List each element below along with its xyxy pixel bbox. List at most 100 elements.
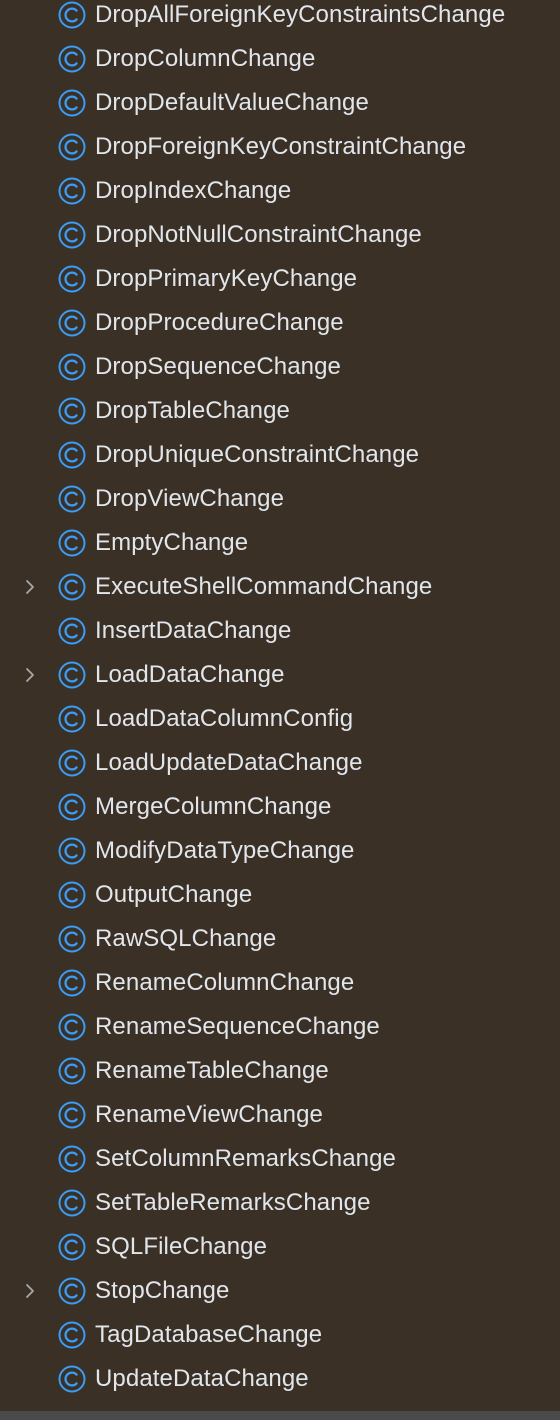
tree-row-label: DropProcedureChange [95,309,344,336]
tree-row-label: ExecuteShellCommandChange [95,573,433,600]
tree-row[interactable]: OutputChange [0,873,560,917]
class-c-icon [57,1320,87,1350]
class-c-icon [57,836,87,866]
tree-row-label: EmptyChange [95,529,249,556]
tree-row[interactable]: RenameTableChange [0,1049,560,1093]
tree-row[interactable]: DropTableChange [0,389,560,433]
tree-row[interactable]: TagDatabaseChange [0,1313,560,1357]
tree-row[interactable]: DropPrimaryKeyChange [0,257,560,301]
tree-row-label: DropAllForeignKeyConstraintsChange [95,1,506,28]
tree-row-label: DropForeignKeyConstraintChange [95,133,467,160]
tree-row[interactable]: DropNotNullConstraintChange [0,213,560,257]
tree-row-label: InsertDataChange [95,617,292,644]
tree-row[interactable]: LoadDataChange [0,653,560,697]
tree-row[interactable]: SetTableRemarksChange [0,1181,560,1225]
tree-row-label: SetTableRemarksChange [95,1189,371,1216]
class-c-icon [57,1276,87,1306]
tree-row-label: RenameTableChange [95,1057,329,1084]
tree-row[interactable]: SQLFileChange [0,1225,560,1269]
chevron-right-icon[interactable] [22,579,38,595]
tree-row[interactable]: DropSequenceChange [0,345,560,389]
tree-row-label: RenameSequenceChange [95,1013,380,1040]
tree-row[interactable]: UpdateDataChange [0,1357,560,1401]
tree-row[interactable]: RenameSequenceChange [0,1005,560,1049]
tree-row-label: OutputChange [95,881,253,908]
chevron-right-icon[interactable] [22,1283,38,1299]
tree-row-label: ModifyDataTypeChange [95,837,355,864]
tree-row[interactable]: ExecuteShellCommandChange [0,565,560,609]
class-c-icon [57,1232,87,1262]
tree-row[interactable]: MergeColumnChange [0,785,560,829]
tree-row-label: DropSequenceChange [95,353,341,380]
class-c-icon [57,88,87,118]
tree-row-label: LoadDataChange [95,661,285,688]
tree-row-label: RawSQLChange [95,925,277,952]
class-c-icon [57,572,87,602]
class-c-icon [57,1188,87,1218]
tree-row-label: SetColumnRemarksChange [95,1145,397,1172]
tree-row-label: LoadDataColumnConfig [95,705,354,732]
tree-row[interactable]: LoadDataColumnConfig [0,697,560,741]
class-c-icon [57,1144,87,1174]
tree-row[interactable]: ModifyDataTypeChange [0,829,560,873]
tree-row-label: DropColumnChange [95,45,316,72]
tree-row-label: LoadUpdateDataChange [95,749,363,776]
class-c-icon [57,264,87,294]
tree-row[interactable]: RenameColumnChange [0,961,560,1005]
class-c-icon [57,968,87,998]
tree-row[interactable]: DropProcedureChange [0,301,560,345]
tree-row[interactable]: LoadUpdateDataChange [0,741,560,785]
class-c-icon [57,220,87,250]
tree-row-label: DropViewChange [95,485,285,512]
class-c-icon [57,528,87,558]
tree-row-label: RenameColumnChange [95,969,355,996]
class-c-icon [57,352,87,382]
tree-row[interactable]: DropViewChange [0,477,560,521]
class-c-icon [57,0,87,30]
class-c-icon [57,44,87,74]
class-c-icon [57,1364,87,1394]
class-c-icon [57,132,87,162]
tree-row[interactable]: DropAllForeignKeyConstraintsChange [0,0,560,37]
tree-row-label: SQLFileChange [95,1233,268,1260]
tree-row[interactable]: RenameViewChange [0,1093,560,1137]
tree-row-label: MergeColumnChange [95,793,332,820]
tree-row-label: DropPrimaryKeyChange [95,265,358,292]
class-c-icon [57,176,87,206]
tree-row-label: DropDefaultValueChange [95,89,369,116]
tree-row[interactable]: SetColumnRemarksChange [0,1137,560,1181]
tree-row-label: DropIndexChange [95,177,292,204]
class-c-icon [57,660,87,690]
class-c-icon [57,1012,87,1042]
tree-row-label: DropUniqueConstraintChange [95,441,420,468]
class-tree: DropAllForeignKeyConstraintsChange DropCo… [0,0,560,1401]
tree-row[interactable]: RawSQLChange [0,917,560,961]
tree-row-label: TagDatabaseChange [95,1321,323,1348]
class-c-icon [57,484,87,514]
tree-row-label: DropNotNullConstraintChange [95,221,422,248]
tree-row-label: RenameViewChange [95,1101,323,1128]
tree-row[interactable]: InsertDataChange [0,609,560,653]
class-c-icon [57,924,87,954]
class-c-icon [57,308,87,338]
tree-row[interactable]: EmptyChange [0,521,560,565]
tree-row[interactable]: DropUniqueConstraintChange [0,433,560,477]
tree-row[interactable]: DropIndexChange [0,169,560,213]
class-c-icon [57,880,87,910]
class-c-icon [57,1100,87,1130]
class-c-icon [57,1056,87,1086]
tree-row-label: StopChange [95,1277,230,1304]
tree-row[interactable]: DropForeignKeyConstraintChange [0,125,560,169]
class-c-icon [57,748,87,778]
class-c-icon [57,440,87,470]
horizontal-scrollbar[interactable] [0,1411,560,1420]
tree-row[interactable]: DropDefaultValueChange [0,81,560,125]
class-c-icon [57,792,87,822]
tree-row-label: UpdateDataChange [95,1365,309,1392]
chevron-right-icon[interactable] [22,667,38,683]
tree-row[interactable]: DropColumnChange [0,37,560,81]
class-c-icon [57,704,87,734]
tree-row[interactable]: StopChange [0,1269,560,1313]
class-c-icon [57,616,87,646]
tree-row-label: DropTableChange [95,397,290,424]
